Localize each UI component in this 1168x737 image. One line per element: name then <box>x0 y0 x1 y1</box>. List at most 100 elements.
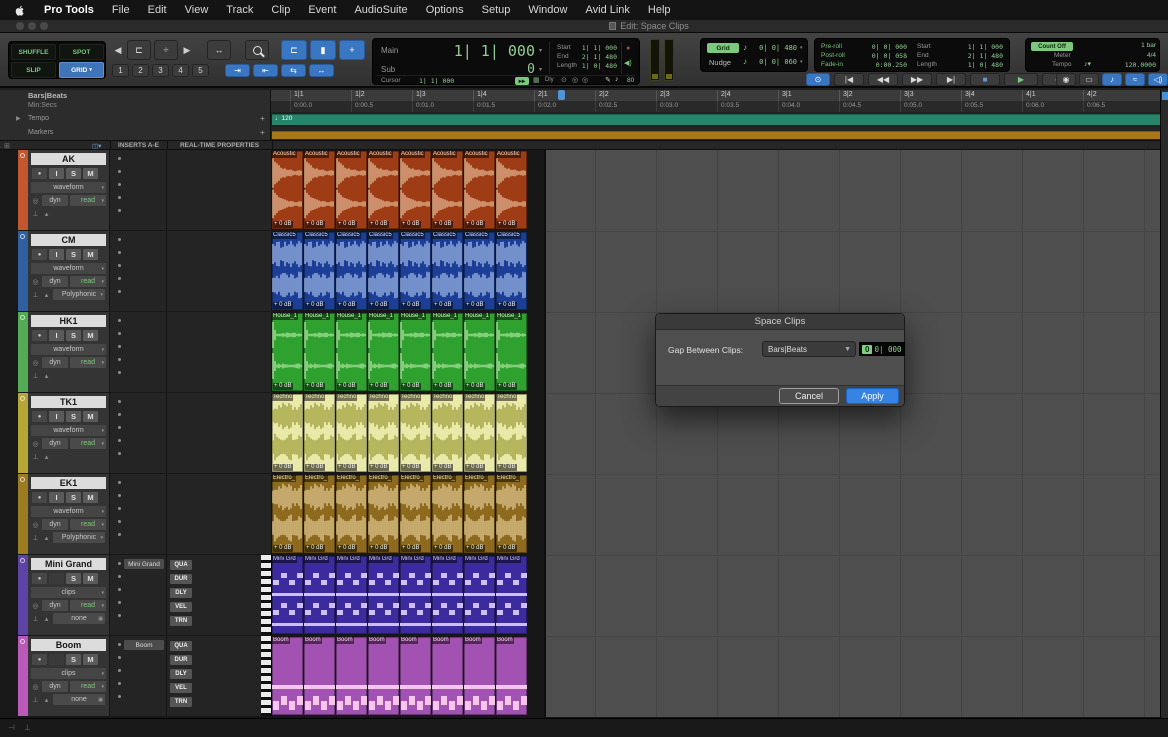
main-counter-value[interactable]: 1| 1| 000 <box>413 42 535 60</box>
track-color-strip[interactable] <box>18 636 28 716</box>
clip-gain-label[interactable]: + 0 dB <box>433 221 453 228</box>
clip-mini-grand-3[interactable]: Mini Grd <box>336 556 367 634</box>
zoom-right-arrow-icon[interactable]: ▶ <box>181 40 193 60</box>
track-name[interactable]: Mini Grand <box>31 558 106 570</box>
meter-label[interactable]: Meter <box>1054 52 1071 59</box>
dyn-selector[interactable]: dyn <box>42 195 68 206</box>
clip-ek1-1[interactable]: Electro_+ 0 dB <box>272 475 303 553</box>
clip-gain-label[interactable]: + 0 dB <box>305 221 325 228</box>
gap-units-dropdown[interactable]: Bars|Beats ▼ <box>762 341 856 357</box>
clip-gain-label[interactable]: + 0 dB <box>465 383 485 390</box>
insert-plugin-name[interactable]: Boom <box>124 640 164 650</box>
clip-mini-grand-7[interactable]: Mini Grd <box>464 556 495 634</box>
insert-slot[interactable] <box>118 614 121 617</box>
insert-slot[interactable] <box>118 695 121 698</box>
solo-button[interactable]: S <box>66 654 81 665</box>
input-monitor-button[interactable]: I <box>49 168 64 179</box>
insert-slot[interactable] <box>118 332 121 335</box>
menu-avid-link[interactable]: Avid Link <box>585 4 629 16</box>
clip-ak-7[interactable]: Acoustic+ 0 dB <box>464 151 495 229</box>
clip-gain-label[interactable]: + 0 dB <box>337 464 357 471</box>
insert-slot[interactable] <box>118 494 121 497</box>
clip-gain-label[interactable]: + 0 dB <box>401 464 421 471</box>
zoom-preset-4-button[interactable]: 4 <box>172 64 189 77</box>
clip-gain-label[interactable]: + 0 dB <box>273 545 293 552</box>
menu-options[interactable]: Options <box>426 4 464 16</box>
record-enable-button[interactable]: ● <box>32 411 47 422</box>
go-to-end-button[interactable]: ▶| <box>936 73 966 86</box>
menu-audiosuite[interactable]: AudioSuite <box>354 4 407 16</box>
automation-mode-selector[interactable]: read▾ <box>70 276 106 287</box>
clip-gain-label[interactable]: + 0 dB <box>401 383 421 390</box>
insert-slot[interactable] <box>118 643 121 646</box>
inserts-column-header[interactable]: INSERTS A-E <box>110 142 167 149</box>
clip-cm-4[interactable]: Classic5+ 0 dB <box>368 232 399 310</box>
insert-slot[interactable] <box>118 209 121 212</box>
clip-boom-1[interactable]: Boom <box>272 637 303 715</box>
sub-counter-dropdown-icon[interactable]: ▾ <box>539 66 542 73</box>
mute-button[interactable]: M <box>83 492 98 503</box>
clip-gain-label[interactable]: + 0 dB <box>305 302 325 309</box>
markers-ruler-label[interactable]: Markers <box>28 129 53 136</box>
clip-hk1-8[interactable]: House_1+ 0 dB <box>496 313 527 391</box>
clip-gain-label[interactable]: + 0 dB <box>497 221 517 228</box>
menu-window[interactable]: Window <box>528 4 567 16</box>
zoomer-tool-button[interactable] <box>245 40 269 60</box>
tempo-ruler-label[interactable]: Tempo <box>28 115 49 122</box>
clip-gain-label[interactable]: + 0 dB <box>497 464 517 471</box>
tempo-ruler[interactable]: ♩120 <box>270 112 1160 127</box>
clip-gain-label[interactable]: + 0 dB <box>433 302 453 309</box>
clip-tk1-3[interactable]: Techno+ 0 dB <box>336 394 367 472</box>
separation-grabber-button[interactable]: ÷ <box>154 40 178 60</box>
mute-button[interactable]: M <box>83 654 98 665</box>
clip-hk1-1[interactable]: House_1+ 0 dB <box>272 313 303 391</box>
clip-cm-7[interactable]: Classic5+ 0 dB <box>464 232 495 310</box>
clip-gain-label[interactable]: + 0 dB <box>465 302 485 309</box>
clip-gain-label[interactable]: + 0 dB <box>401 221 421 228</box>
elastic-plugin-selector[interactable]: none▣ <box>53 694 105 705</box>
insertion-follows-playback-button[interactable]: ⇤ <box>253 64 278 77</box>
zoom-window-button[interactable] <box>40 22 48 30</box>
sel-start-value[interactable]: 1| 1| 000 <box>559 44 617 52</box>
record-enable-button[interactable]: ● <box>32 654 47 665</box>
insert-slot[interactable] <box>118 413 121 416</box>
rtp-dly-button[interactable]: DLY <box>170 588 192 598</box>
elastic-plugin-selector[interactable]: Polyphonic▾ <box>53 532 105 543</box>
rtp-vel-button[interactable]: VEL <box>170 683 192 693</box>
clip-mini-grand-6[interactable]: Mini Grd <box>432 556 463 634</box>
tempo-value[interactable]: 120.0000 <box>1110 61 1156 69</box>
dynamic-transport-button[interactable]: ≈ <box>1125 73 1145 86</box>
pencil-small-icon[interactable]: ✎ <box>605 76 611 84</box>
elastic-audio-icon[interactable]: ⊥ <box>31 615 40 623</box>
insert-slot[interactable] <box>118 426 121 429</box>
menu-pro-tools[interactable]: Pro Tools <box>44 4 94 16</box>
nudge-note-icon[interactable]: ♪ <box>743 57 747 66</box>
tempo-ruler-toggle-button[interactable]: ▭ <box>1079 73 1099 86</box>
clip-ek1-4[interactable]: Electro_+ 0 dB <box>368 475 399 553</box>
rewind-button[interactable]: ◀◀ <box>868 73 898 86</box>
count-off-label[interactable]: Count Off <box>1031 42 1073 51</box>
fade-in-value[interactable]: 0:00.250 <box>855 61 907 69</box>
dialog-title[interactable]: Space Clips <box>656 314 904 330</box>
clip-tk1-2[interactable]: Techno+ 0 dB <box>304 394 335 472</box>
solo-button[interactable]: S <box>66 573 81 584</box>
spot-mode-button[interactable]: SPOT <box>59 44 104 60</box>
trim-tool-button[interactable]: ⊏ <box>281 40 307 60</box>
clip-gain-label[interactable]: + 0 dB <box>433 383 453 390</box>
rtp-trn-button[interactable]: TRN <box>170 697 192 707</box>
zoom-preset-1-button[interactable]: 1 <box>112 64 129 77</box>
play-button[interactable]: ▶ <box>1004 73 1038 86</box>
rtp-qua-button[interactable]: QUA <box>170 641 192 651</box>
zoom-preset-3-button[interactable]: 3 <box>152 64 169 77</box>
rtp-dur-button[interactable]: DUR <box>170 574 192 584</box>
clip-cm-3[interactable]: Classic5+ 0 dB <box>336 232 367 310</box>
clip-ek1-2[interactable]: Electro_+ 0 dB <box>304 475 335 553</box>
clip-hk1-5[interactable]: House_1+ 0 dB <box>400 313 431 391</box>
clip-boom-4[interactable]: Boom <box>368 637 399 715</box>
automation-mode-selector[interactable]: read▾ <box>70 195 106 206</box>
insert-slot[interactable] <box>118 452 121 455</box>
clip-gain-label[interactable]: + 0 dB <box>369 221 389 228</box>
track-view-selector[interactable]: clips▾ <box>31 668 106 679</box>
sel-length-value[interactable]: 1| 0| 480 <box>559 62 617 70</box>
rtp-dur-button[interactable]: DUR <box>170 655 192 665</box>
